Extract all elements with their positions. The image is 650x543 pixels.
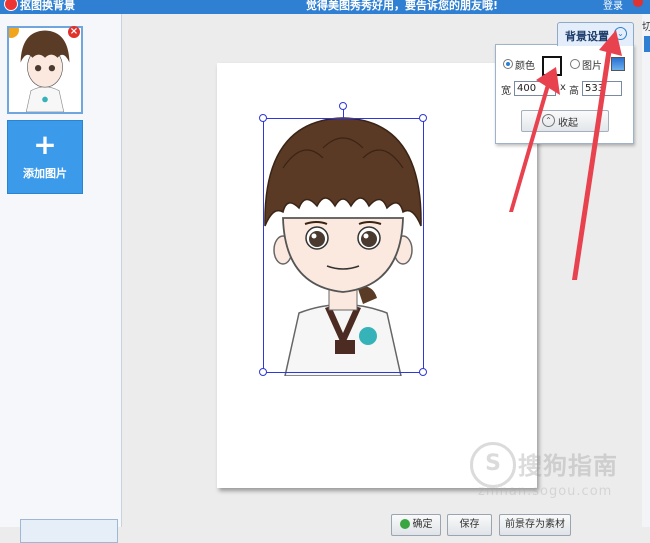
- check-icon: [399, 519, 410, 529]
- login-link[interactable]: 登录: [603, 0, 623, 12]
- times-sign: x: [560, 82, 566, 93]
- watermark-text: 搜狗指南: [518, 452, 618, 480]
- resize-handle-top-right[interactable]: [419, 114, 427, 122]
- color-radio[interactable]: [503, 59, 513, 69]
- width-input[interactable]: [514, 81, 556, 96]
- collapse-label: 收起: [558, 118, 578, 129]
- right-side-panel: [642, 14, 650, 527]
- height-input[interactable]: [582, 81, 622, 96]
- title-bar: 抠图换背景 觉得美图秀秀好用，要告诉您的朋友哦! 登录: [0, 0, 650, 14]
- selection-frame-right: [423, 118, 424, 372]
- resize-handle-top-left[interactable]: [259, 114, 267, 122]
- add-image-label: 添加图片: [23, 167, 67, 180]
- sogou-logo-icon: S: [470, 442, 516, 488]
- height-label: 高: [569, 86, 579, 97]
- color-label: 颜色: [515, 61, 535, 72]
- selection-frame-top: [263, 118, 423, 119]
- watermark-url: zhinan.sogou.com: [478, 484, 613, 499]
- save-button[interactable]: 保存: [447, 514, 492, 536]
- right-panel-label: 切: [642, 22, 650, 33]
- ok-button[interactable]: 确定: [391, 514, 441, 536]
- resize-handle-bottom-left[interactable]: [259, 368, 267, 376]
- watermark: S 搜狗指南 zhinan.sogou.com: [470, 442, 640, 502]
- background-settings-tab[interactable]: 背景设置 ⌄: [557, 22, 634, 46]
- chevron-up-icon: ⌃: [542, 114, 555, 127]
- width-label: 宽: [501, 86, 511, 97]
- thumbnail-portrait: [19, 28, 71, 112]
- add-image-button[interactable]: + 添加图片: [7, 120, 83, 194]
- background-settings-label: 背景设置: [565, 30, 609, 43]
- save-as-material-label: 前景存为素材: [505, 519, 565, 530]
- selection-frame-left: [263, 118, 264, 372]
- tagline: 觉得美图秀秀好用，要告诉您的朋友哦!: [306, 0, 499, 12]
- chevron-down-icon[interactable]: ⌄: [614, 27, 627, 40]
- picture-thumbnail-icon[interactable]: [611, 57, 625, 71]
- cutout-portrait[interactable]: [263, 108, 423, 376]
- image-list-panel: × + 添加图片: [0, 14, 122, 543]
- ok-label: 确定: [412, 519, 433, 530]
- rotate-handle[interactable]: [339, 102, 347, 110]
- user-icon[interactable]: [633, 0, 643, 7]
- picture-label: 图片: [582, 61, 602, 72]
- save-as-material-button[interactable]: 前景存为素材: [499, 514, 571, 536]
- selection-frame-bottom: [263, 372, 423, 373]
- app-logo-icon: [4, 0, 18, 11]
- remove-image-icon[interactable]: ×: [68, 26, 80, 38]
- color-swatch[interactable]: [542, 56, 562, 76]
- collapse-button[interactable]: ⌃ 收起: [521, 110, 609, 132]
- image-thumbnail[interactable]: [7, 26, 83, 114]
- plus-icon: +: [33, 128, 57, 161]
- resize-handle-bottom-right[interactable]: [419, 368, 427, 376]
- app-title: 抠图换背景: [20, 0, 75, 12]
- right-panel-tab[interactable]: [644, 36, 650, 52]
- save-label: 保存: [459, 519, 480, 530]
- bottom-left-button[interactable]: [20, 519, 118, 543]
- picture-radio[interactable]: [570, 59, 580, 69]
